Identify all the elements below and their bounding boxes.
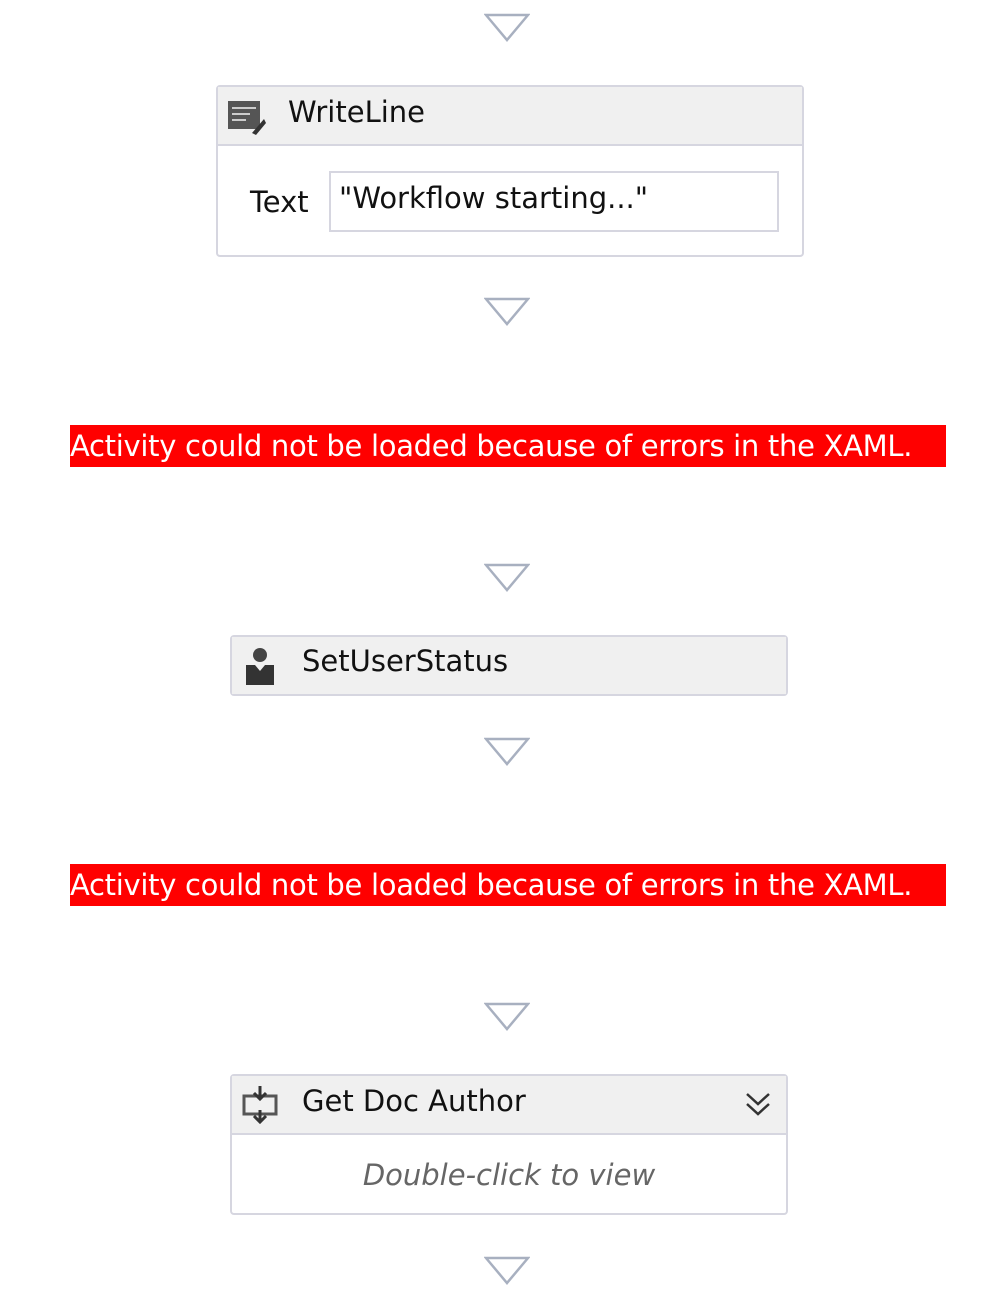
drop-arrow-icon[interactable] xyxy=(484,1256,530,1286)
activity-header[interactable]: WriteLine xyxy=(218,87,802,146)
text-field-label: Text xyxy=(250,185,309,219)
drop-arrow-icon[interactable] xyxy=(484,297,530,327)
writeline-activity[interactable]: WriteLine Text "Workflow starting..." xyxy=(216,85,804,257)
xaml-error-message[interactable]: Activity could not be loaded because of … xyxy=(70,864,946,906)
xaml-error-message[interactable]: Activity could not be loaded because of … xyxy=(70,425,946,467)
activity-title: WriteLine xyxy=(288,95,425,129)
double-chevron-down-icon[interactable] xyxy=(744,1090,772,1120)
activity-title: Get Doc Author xyxy=(302,1084,526,1118)
activity-header[interactable]: Get Doc Author xyxy=(232,1076,786,1135)
activity-header[interactable]: SetUserStatus xyxy=(232,637,786,694)
sequence-icon xyxy=(242,1086,278,1124)
get-doc-author-activity[interactable]: Get Doc Author Double-click to view xyxy=(230,1074,788,1215)
setuserstatus-activity[interactable]: SetUserStatus xyxy=(230,635,788,696)
drop-arrow-icon[interactable] xyxy=(484,563,530,593)
drop-arrow-icon[interactable] xyxy=(484,737,530,767)
user-icon xyxy=(246,648,274,685)
writeline-icon xyxy=(228,101,266,135)
activity-title: SetUserStatus xyxy=(302,644,509,678)
double-click-to-view-hint[interactable]: Double-click to view xyxy=(232,1158,786,1192)
text-input[interactable]: "Workflow starting..." xyxy=(329,171,779,232)
drop-arrow-icon[interactable] xyxy=(484,1002,530,1032)
drop-arrow-icon[interactable] xyxy=(484,13,530,43)
